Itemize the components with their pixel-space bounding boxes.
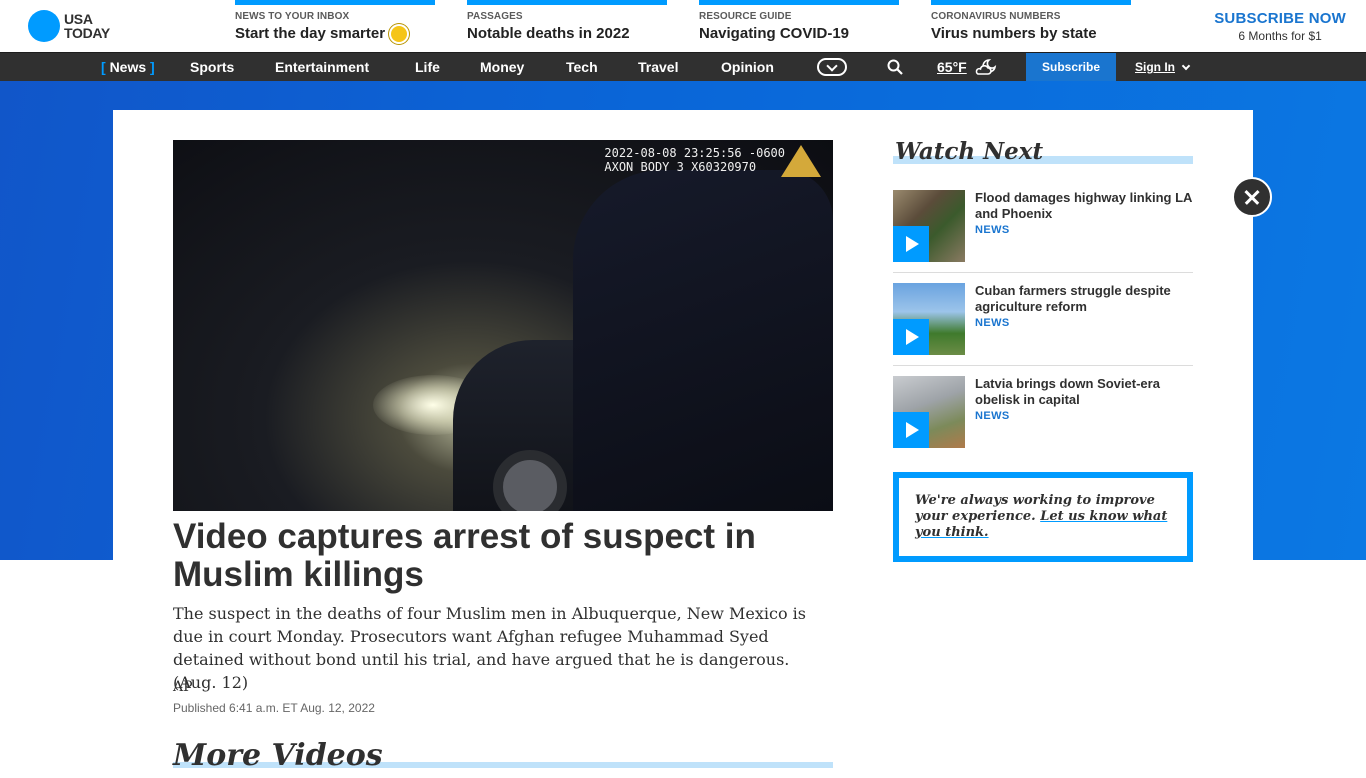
main-nav: [ News ] Sports Entertainment Life Money… — [0, 52, 1366, 81]
watch-next-item[interactable]: Latvia brings down Soviet-era obelisk in… — [893, 376, 1193, 448]
promo-kicker: PASSAGES — [467, 11, 523, 22]
play-icon — [893, 226, 929, 262]
watch-next-title: Cuban farmers struggle despite agricultu… — [975, 283, 1171, 314]
promo-headline: Virus numbers by state — [931, 25, 1097, 42]
video-frame-officer — [573, 170, 833, 511]
nav-item-life[interactable]: Life — [415, 53, 440, 81]
watch-next-heading: Watch Next — [893, 138, 1193, 168]
search-icon[interactable] — [887, 59, 903, 75]
usa-today-logo[interactable]: USA TODAY — [28, 10, 110, 42]
watch-next-section-tag: NEWS — [975, 317, 1010, 329]
watch-next-item[interactable]: Flood damages highway linking LA and Pho… — [893, 190, 1193, 262]
promo-headline: Navigating COVID-19 — [699, 25, 850, 42]
promo-bar — [467, 0, 667, 5]
promo-virus-numbers[interactable]: CORONAVIRUS NUMBERS Virus numbers by sta… — [931, 0, 1131, 52]
promo-covid-guide[interactable]: RESOURCE GUIDE Navigating COVID-19 — [699, 0, 899, 52]
more-menu-chevron-icon[interactable] — [817, 58, 847, 76]
subscribe-now-title: SUBSCRIBE NOW — [1214, 10, 1346, 27]
sign-in-link[interactable]: Sign In — [1135, 53, 1175, 81]
divider — [893, 365, 1193, 366]
nav-item-news[interactable]: [ News ] — [101, 53, 155, 81]
promo-headline: Notable deaths in 2022 — [467, 25, 630, 42]
logo-circle-icon — [28, 10, 60, 42]
sun-icon — [391, 25, 408, 42]
promo-bar — [931, 0, 1131, 5]
published-date: Published 6:41 a.m. ET Aug. 12, 2022 — [173, 701, 375, 715]
promo-passages[interactable]: PASSAGES Notable deaths in 2022 — [467, 0, 667, 52]
promo-kicker: CORONAVIRUS NUMBERS — [931, 11, 1061, 22]
chevron-down-icon[interactable] — [1181, 61, 1191, 71]
axon-logo-icon — [781, 145, 821, 177]
promo-bar — [699, 0, 899, 5]
watch-next-section-tag: NEWS — [975, 224, 1010, 236]
promo-headline: Start the day smarter — [235, 25, 435, 42]
watch-next-title: Latvia brings down Soviet-era obelisk in… — [975, 376, 1160, 407]
video-headline: Video captures arrest of suspect in Musl… — [173, 517, 756, 594]
video-description: The suspect in the deaths of four Muslim… — [173, 604, 807, 692]
promo-kicker: NEWS TO YOUR INBOX — [235, 11, 350, 22]
partly-cloudy-night-icon[interactable] — [975, 58, 997, 76]
promo-newsletter[interactable]: NEWS TO YOUR INBOX Start the day smarter — [235, 0, 435, 52]
feedback-box: We're always working to improve your exp… — [893, 472, 1193, 562]
close-icon[interactable] — [1232, 177, 1272, 217]
play-icon — [893, 319, 929, 355]
watch-next-section-tag: NEWS — [975, 410, 1010, 422]
nav-item-travel[interactable]: Travel — [638, 53, 678, 81]
subscribe-offer: 6 Months for $1 — [1238, 29, 1322, 43]
subscribe-now-link[interactable]: SUBSCRIBE NOW 6 Months for $1 — [1214, 10, 1346, 43]
promo-kicker: RESOURCE GUIDE — [699, 11, 792, 22]
watch-next-title: Flood damages highway linking LA and Pho… — [975, 190, 1192, 221]
nav-item-sports[interactable]: Sports — [190, 53, 234, 81]
bodycam-timestamp: 2022-08-08 23:25:56 -0600 AXON BODY 3 X6… — [604, 146, 785, 174]
divider — [893, 272, 1193, 273]
nav-item-opinion[interactable]: Opinion — [721, 53, 774, 81]
nav-item-entertainment[interactable]: Entertainment — [275, 53, 369, 81]
play-icon — [893, 412, 929, 448]
video-player[interactable]: 2022-08-08 23:25:56 -0600 AXON BODY 3 X6… — [173, 140, 833, 511]
nav-item-money[interactable]: Money — [480, 53, 524, 81]
nav-subscribe-button[interactable]: Subscribe — [1026, 53, 1116, 81]
byline: AP — [173, 679, 193, 695]
masthead: USA TODAY NEWS TO YOUR INBOX Start the d… — [0, 0, 1366, 52]
watch-next-item[interactable]: Cuban farmers struggle despite agricultu… — [893, 283, 1193, 355]
logo-wordmark: USA TODAY — [64, 11, 110, 41]
promo-bar — [235, 0, 435, 5]
more-videos-heading: More Videos — [173, 738, 833, 778]
nav-item-tech[interactable]: Tech — [566, 53, 598, 81]
weather-temperature[interactable]: 65°F — [937, 53, 967, 81]
